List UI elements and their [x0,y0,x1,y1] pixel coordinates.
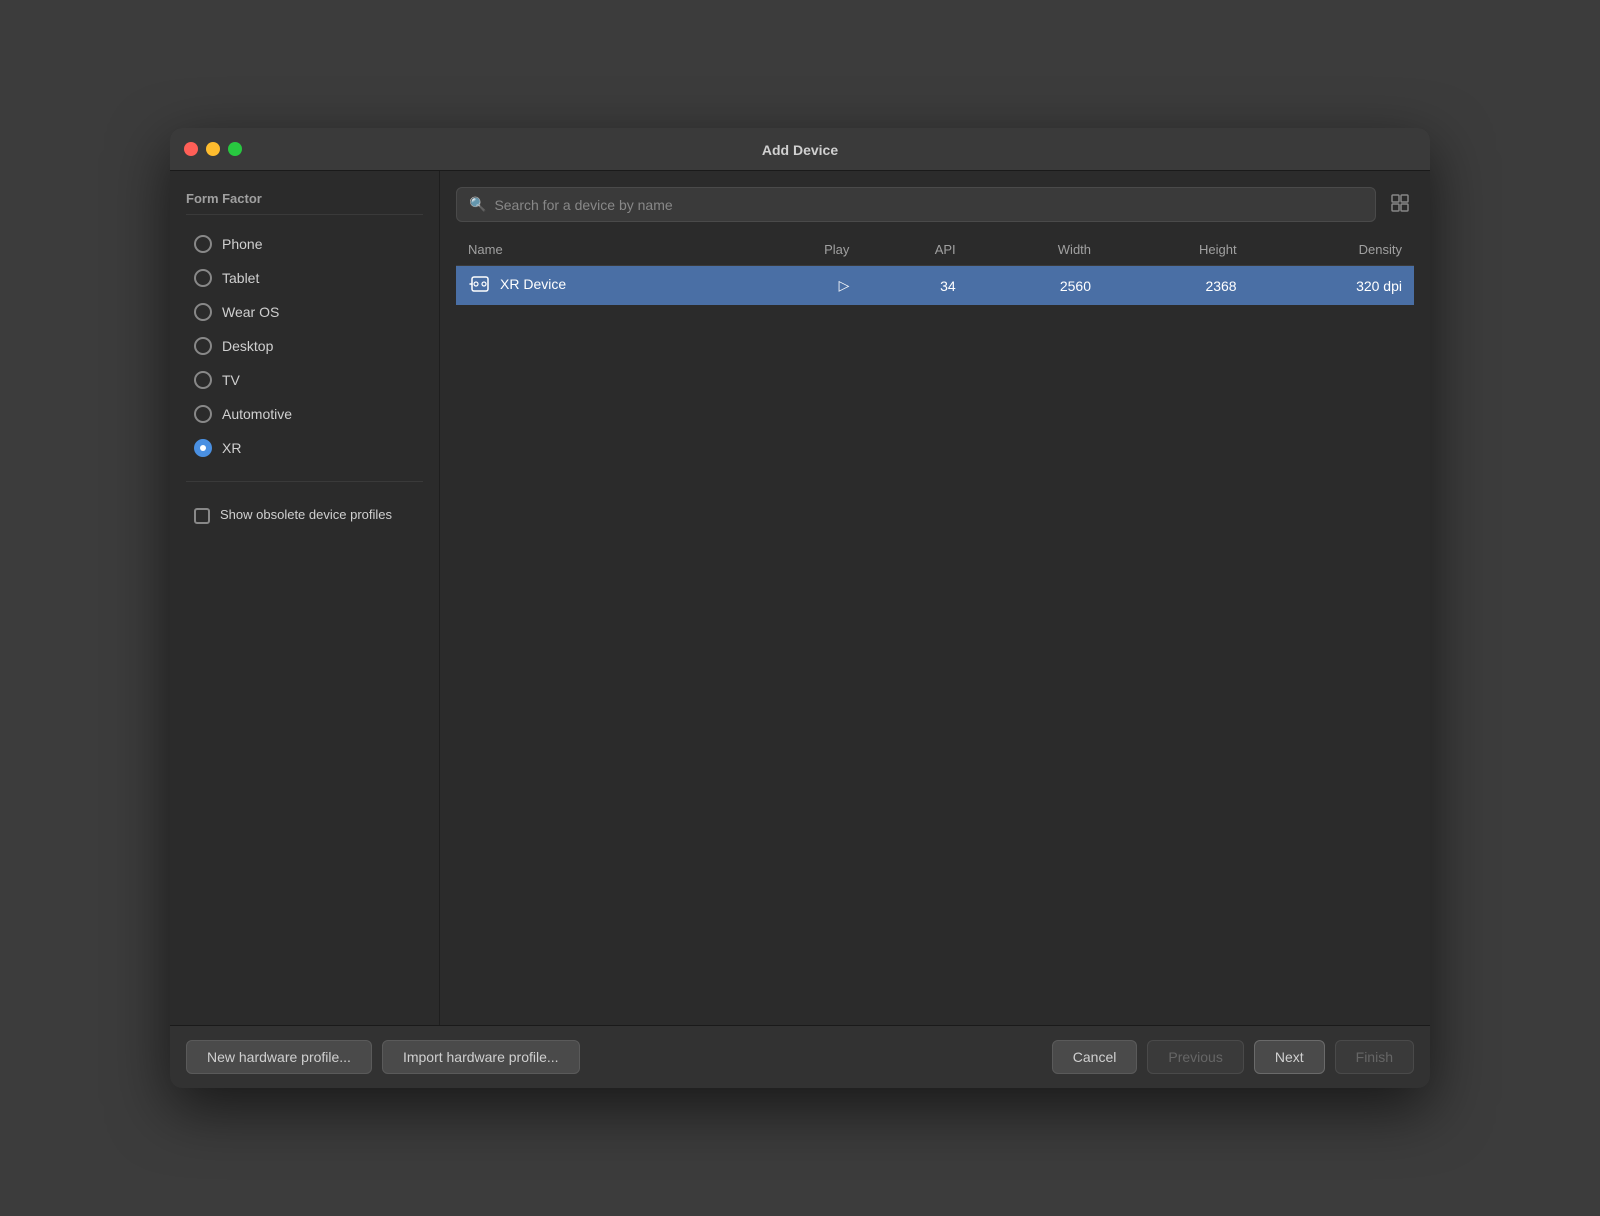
radio-desktop-label: Desktop [222,338,273,354]
col-density[interactable]: Density [1249,234,1414,266]
radio-automotive[interactable] [194,405,212,423]
sidebar: Form Factor Phone Tablet Wear OS Desktop [170,171,440,1025]
radio-wear-os-label: Wear OS [222,304,279,320]
search-icon: 🔍 [469,196,486,213]
traffic-lights [184,142,242,156]
radio-tablet-label: Tablet [222,270,259,286]
show-obsolete-label: Show obsolete device profiles [220,506,392,524]
device-height-cell: 2368 [1103,266,1249,306]
sidebar-item-tv[interactable]: TV [186,365,423,395]
add-device-dialog: Add Device Form Factor Phone Tablet Wear… [170,128,1430,1088]
view-toggle-button[interactable] [1386,189,1414,220]
device-api-cell: 34 [861,266,967,306]
radio-xr[interactable] [194,439,212,457]
col-play[interactable]: Play [745,234,862,266]
col-height[interactable]: Height [1103,234,1249,266]
dialog-body: Form Factor Phone Tablet Wear OS Desktop [170,171,1430,1025]
radio-tv-label: TV [222,372,240,388]
dialog-footer: New hardware profile... Import hardware … [170,1025,1430,1088]
device-density-cell: 320 dpi [1249,266,1414,306]
radio-xr-label: XR [222,440,241,456]
new-hardware-profile-button[interactable]: New hardware profile... [186,1040,372,1074]
minimize-button[interactable] [206,142,220,156]
sidebar-item-xr[interactable]: XR [186,433,423,463]
footer-left: New hardware profile... Import hardware … [186,1040,580,1074]
finish-button[interactable]: Finish [1335,1040,1414,1074]
radio-tablet[interactable] [194,269,212,287]
sidebar-divider [186,481,423,482]
sidebar-item-automotive[interactable]: Automotive [186,399,423,429]
form-factor-title: Form Factor [186,191,423,215]
next-button[interactable]: Next [1254,1040,1325,1074]
radio-automotive-label: Automotive [222,406,292,422]
search-bar-wrapper: 🔍 [456,187,1414,222]
sidebar-item-phone[interactable]: Phone [186,229,423,259]
col-name[interactable]: Name [456,234,745,266]
previous-button[interactable]: Previous [1147,1040,1243,1074]
cancel-button[interactable]: Cancel [1052,1040,1138,1074]
sidebar-item-tablet[interactable]: Tablet [186,263,423,293]
show-obsolete-checkbox-item[interactable]: Show obsolete device profiles [186,500,423,530]
maximize-button[interactable] [228,142,242,156]
footer-right: Cancel Previous Next Finish [1052,1040,1414,1074]
xr-device-icon [468,276,492,292]
search-input[interactable] [494,197,1363,213]
sidebar-item-wear-os[interactable]: Wear OS [186,297,423,327]
device-play-cell: ▷ [745,266,862,306]
device-name-cell: XR Device [456,266,745,306]
dialog-title: Add Device [762,142,838,158]
device-width-cell: 2560 [968,266,1103,306]
show-obsolete-checkbox[interactable] [194,508,210,524]
import-hardware-profile-button[interactable]: Import hardware profile... [382,1040,580,1074]
play-icon: ▷ [839,277,850,293]
title-bar: Add Device [170,128,1430,171]
main-content: 🔍 [440,171,1430,1025]
sidebar-item-desktop[interactable]: Desktop [186,331,423,361]
radio-phone-label: Phone [222,236,262,252]
col-width[interactable]: Width [968,234,1103,266]
close-button[interactable] [184,142,198,156]
radio-desktop[interactable] [194,337,212,355]
table-row[interactable]: XR Device ▷ 34 2560 [456,266,1414,306]
radio-phone[interactable] [194,235,212,253]
device-name-wrapper: XR Device [468,276,566,292]
form-factor-radio-group: Phone Tablet Wear OS Desktop TV [186,229,423,463]
radio-tv[interactable] [194,371,212,389]
search-bar[interactable]: 🔍 [456,187,1376,222]
device-table: Name Play API Width [456,234,1414,1009]
device-list-table: Name Play API Width [456,234,1414,305]
col-api[interactable]: API [861,234,967,266]
radio-wear-os[interactable] [194,303,212,321]
